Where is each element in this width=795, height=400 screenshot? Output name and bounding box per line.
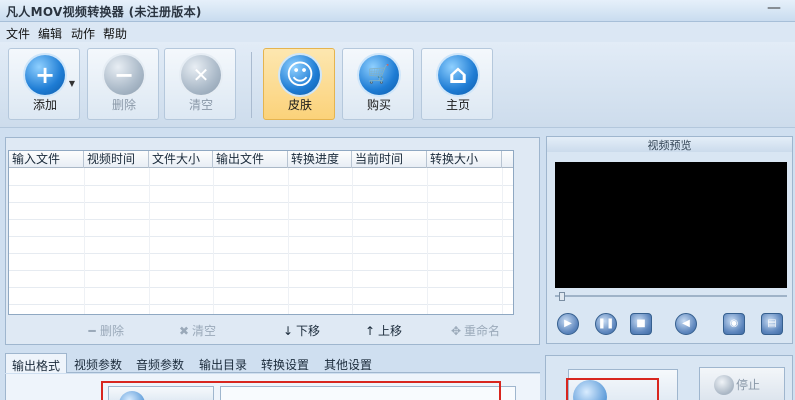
home-button-label: 主页 — [445, 98, 470, 112]
delete-button[interactable]: − 删除 — [87, 48, 159, 120]
column-header-converted-size[interactable]: 转换大小 — [427, 151, 502, 168]
move-down-button[interactable]: ↓ 下移 — [282, 322, 320, 339]
title-bar: 凡人MOV视频转换器 (未注册版本) — — [0, 0, 795, 22]
stop-icon: ■ — [636, 318, 646, 329]
clear-button[interactable]: ✕ 清空 — [164, 48, 236, 120]
menu-help[interactable]: 帮助 — [103, 25, 127, 42]
highlight-box — [101, 381, 501, 400]
volume-button[interactable]: ◀ — [675, 313, 697, 335]
camera-icon: ◉ — [729, 318, 739, 329]
tab-video-params[interactable]: 视频参数 — [68, 353, 128, 373]
column-divider — [288, 168, 289, 314]
add-button[interactable]: + ▼ 添加 — [8, 48, 80, 120]
seek-bar[interactable] — [555, 292, 787, 303]
video-preview-panel: 视频预览 ▶ ❚❚ ■ ◀ ◉ ▤ — [546, 136, 793, 344]
rename-button[interactable]: ✥ 重命名 — [450, 322, 500, 339]
column-header-progress[interactable]: 转换进度 — [288, 151, 352, 168]
tab-output-dir[interactable]: 输出目录 — [193, 353, 253, 373]
tab-other-settings[interactable]: 其他设置 — [318, 353, 378, 373]
column-header-video-time[interactable]: 视频时间 — [84, 151, 149, 168]
minus-icon: ━ — [88, 324, 96, 338]
menu-action[interactable]: 动作 — [71, 25, 95, 42]
buy-button[interactable]: 🛒 购买 — [342, 48, 414, 120]
tab-output-format[interactable]: 输出格式 — [5, 353, 68, 373]
skin-button-label: 皮肤 — [287, 98, 312, 112]
smiley-icon: ☺ — [280, 55, 320, 95]
minus-icon: − — [104, 55, 144, 95]
menu-bar: 文件 编辑 动作 帮助 — [0, 22, 795, 42]
add-button-label: 添加 — [32, 98, 57, 112]
seek-handle[interactable] — [559, 292, 565, 301]
video-screen — [555, 162, 787, 288]
list-actions-bar: ━ 删除 ✖ 清空 ↓ 下移 ↑ 上移 ✥ 重命名 — [6, 320, 541, 340]
column-divider — [213, 168, 214, 314]
snapshot-button[interactable]: ◉ — [723, 313, 745, 335]
stop-playback-button[interactable]: ■ — [630, 313, 652, 335]
column-divider — [84, 168, 85, 314]
plus-icon: + — [25, 55, 65, 95]
window-title: 凡人MOV视频转换器 (未注册版本) — [6, 5, 202, 19]
column-header-file-size[interactable]: 文件大小 — [149, 151, 213, 168]
column-header-current-time[interactable]: 当前时间 — [352, 151, 427, 168]
move-up-button[interactable]: ↑ 上移 — [364, 322, 402, 339]
x-icon: ✖ — [178, 324, 190, 338]
stop-icon — [714, 375, 734, 395]
preview-title: 视频预览 — [547, 137, 792, 152]
dropdown-arrow-icon[interactable]: ▼ — [69, 79, 75, 88]
delete-button-label: 删除 — [111, 98, 136, 112]
minimize-button[interactable]: — — [767, 1, 781, 16]
toolbar-separator — [251, 52, 252, 118]
column-divider — [149, 168, 150, 314]
arrow-up-icon: ↑ — [364, 324, 376, 338]
highlight-box — [566, 378, 659, 400]
open-folder-button[interactable]: ▤ — [761, 313, 783, 335]
menu-edit[interactable]: 编辑 — [38, 25, 62, 42]
settings-tabs: 输出格式 视频参数 音频参数 输出目录 转换设置 其他设置 — [5, 353, 540, 373]
column-divider — [427, 168, 428, 314]
cart-icon: 🛒 — [359, 55, 399, 95]
pause-icon: ❚❚ — [597, 318, 615, 329]
file-list-panel: 输入文件 视频时间 文件大小 输出文件 转换进度 当前时间 转换大小 ━ 删除 ✖… — [5, 137, 540, 345]
rename-icon: ✥ — [450, 324, 462, 338]
table-header: 输入文件 视频时间 文件大小 输出文件 转换进度 当前时间 转换大小 — [9, 151, 513, 168]
stop-convert-button[interactable]: 停止 — [699, 367, 785, 400]
list-clear-button[interactable]: ✖ 清空 — [178, 322, 216, 339]
clear-button-label: 清空 — [188, 98, 213, 112]
toolbar: + ▼ 添加 − 删除 ✕ 清空 ☺ 皮肤 🛒 购买 ⌂ 主页 — [0, 42, 795, 128]
skin-button[interactable]: ☺ 皮肤 — [263, 48, 335, 120]
column-header-input-file[interactable]: 输入文件 — [9, 151, 84, 168]
folder-icon: ▤ — [767, 318, 777, 329]
pause-button[interactable]: ❚❚ — [595, 313, 617, 335]
tab-audio-params[interactable]: 音频参数 — [130, 353, 190, 373]
home-button[interactable]: ⌂ 主页 — [421, 48, 493, 120]
play-icon: ▶ — [564, 318, 572, 329]
home-icon: ⌂ — [438, 55, 478, 95]
file-list-table[interactable]: 输入文件 视频时间 文件大小 输出文件 转换进度 当前时间 转换大小 — [8, 150, 514, 315]
tab-convert-settings[interactable]: 转换设置 — [255, 353, 315, 373]
column-divider — [502, 168, 503, 314]
column-header-output-file[interactable]: 输出文件 — [213, 151, 288, 168]
x-icon: ✕ — [181, 55, 221, 95]
stop-label: 停止 — [736, 378, 761, 392]
arrow-down-icon: ↓ — [282, 324, 294, 338]
play-button[interactable]: ▶ — [557, 313, 579, 335]
speaker-icon: ◀ — [682, 318, 690, 329]
buy-button-label: 购买 — [366, 98, 391, 112]
menu-file[interactable]: 文件 — [6, 25, 30, 42]
list-delete-button[interactable]: ━ 删除 — [86, 322, 124, 339]
column-divider — [352, 168, 353, 314]
